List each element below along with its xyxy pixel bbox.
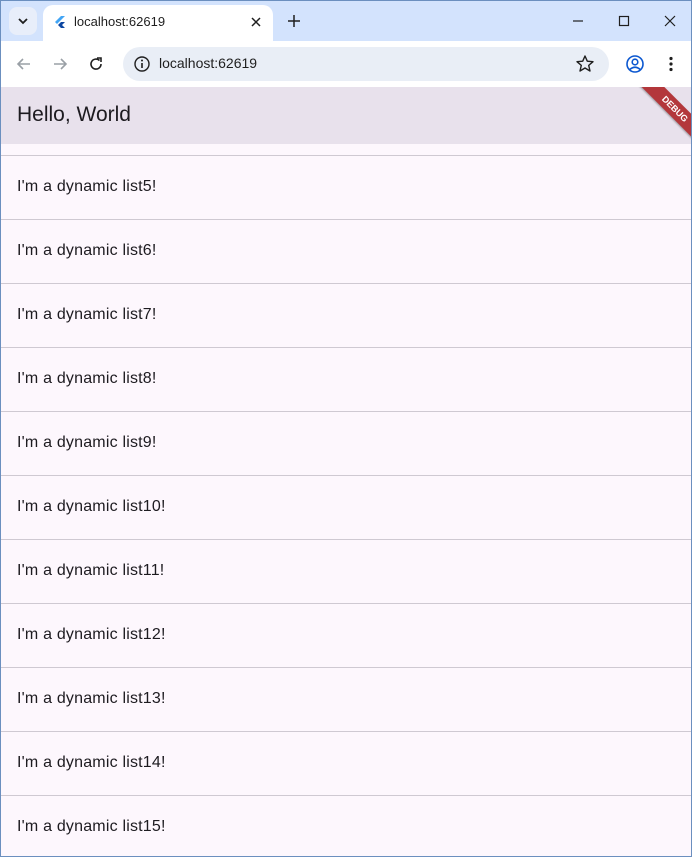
list-item-label: I'm a dynamic list8! <box>17 370 157 387</box>
list-item[interactable]: I'm a dynamic list5! <box>1 155 691 219</box>
close-icon <box>664 15 676 27</box>
back-arrow-icon <box>16 58 30 70</box>
back-button[interactable] <box>10 50 38 78</box>
list-item[interactable]: I'm a dynamic list8! <box>1 347 691 411</box>
tab-close-button[interactable] <box>247 13 265 31</box>
list-item-label: I'm a dynamic list11! <box>17 562 165 579</box>
dynamic-list[interactable]: I'm a dynamic list5! I'm a dynamic list6!… <box>1 144 691 856</box>
browser-window: localhost:62619 localhost:62619 Hello, W… <box>0 0 692 857</box>
minimize-icon <box>573 20 583 22</box>
forward-button[interactable] <box>46 50 74 78</box>
list-item-label: I'm a dynamic list12! <box>17 626 166 643</box>
list-item[interactable]: I'm a dynamic list6! <box>1 219 691 283</box>
profile-button[interactable] <box>621 50 649 78</box>
minimize-button[interactable] <box>563 7 593 35</box>
kebab-menu-icon <box>669 56 673 72</box>
list-item-label: I'm a dynamic list9! <box>17 434 157 451</box>
address-bar[interactable]: localhost:62619 <box>123 47 609 81</box>
list-item[interactable]: I'm a dynamic list12! <box>1 603 691 667</box>
new-tab-button[interactable] <box>282 9 306 33</box>
list-item-label: I'm a dynamic list10! <box>17 498 166 515</box>
maximize-icon <box>618 15 630 27</box>
page-title: Hello, World <box>17 103 131 126</box>
close-icon <box>251 17 261 27</box>
list-item-label: I'm a dynamic list13! <box>17 690 166 707</box>
debug-label: DEBUG <box>633 87 691 147</box>
list-item[interactable]: I'm a dynamic list7! <box>1 283 691 347</box>
list-item[interactable]: I'm a dynamic list13! <box>1 667 691 731</box>
forward-arrow-icon <box>54 58 68 70</box>
bookmark-star-icon[interactable] <box>575 54 595 74</box>
browser-tab[interactable]: localhost:62619 <box>43 5 273 41</box>
close-window-button[interactable] <box>655 7 685 35</box>
tab-search-button[interactable] <box>9 7 37 35</box>
tab-title: localhost:62619 <box>74 14 166 29</box>
chevron-down-icon <box>18 18 28 25</box>
list-item[interactable]: I'm a dynamic list10! <box>1 475 691 539</box>
list-item-label: I'm a dynamic list7! <box>17 306 157 323</box>
maximize-button[interactable] <box>609 7 639 35</box>
url-text[interactable]: localhost:62619 <box>159 55 257 71</box>
list-item-label: I'm a dynamic list5! <box>17 178 157 195</box>
list-item[interactable]: I'm a dynamic list15! <box>1 795 691 856</box>
app-bar: Hello, World <box>1 87 691 144</box>
menu-button[interactable] <box>657 50 685 78</box>
profile-icon <box>626 55 644 73</box>
browser-toolbar: localhost:62619 <box>1 41 691 87</box>
list-item-label: I'm a dynamic list6! <box>17 242 157 259</box>
reload-button[interactable] <box>82 50 110 78</box>
flutter-icon <box>55 16 65 28</box>
list-item[interactable]: I'm a dynamic list14! <box>1 731 691 795</box>
info-icon[interactable] <box>133 55 151 73</box>
debug-banner: DEBUG <box>631 87 691 147</box>
list-item-label: I'm a dynamic list15! <box>17 818 166 835</box>
plus-icon <box>288 15 300 27</box>
list-item[interactable]: I'm a dynamic list9! <box>1 411 691 475</box>
tab-strip: localhost:62619 <box>1 1 691 41</box>
list-item-label: I'm a dynamic list14! <box>17 754 166 771</box>
list-item[interactable]: I'm a dynamic list11! <box>1 539 691 603</box>
reload-icon <box>90 57 102 70</box>
